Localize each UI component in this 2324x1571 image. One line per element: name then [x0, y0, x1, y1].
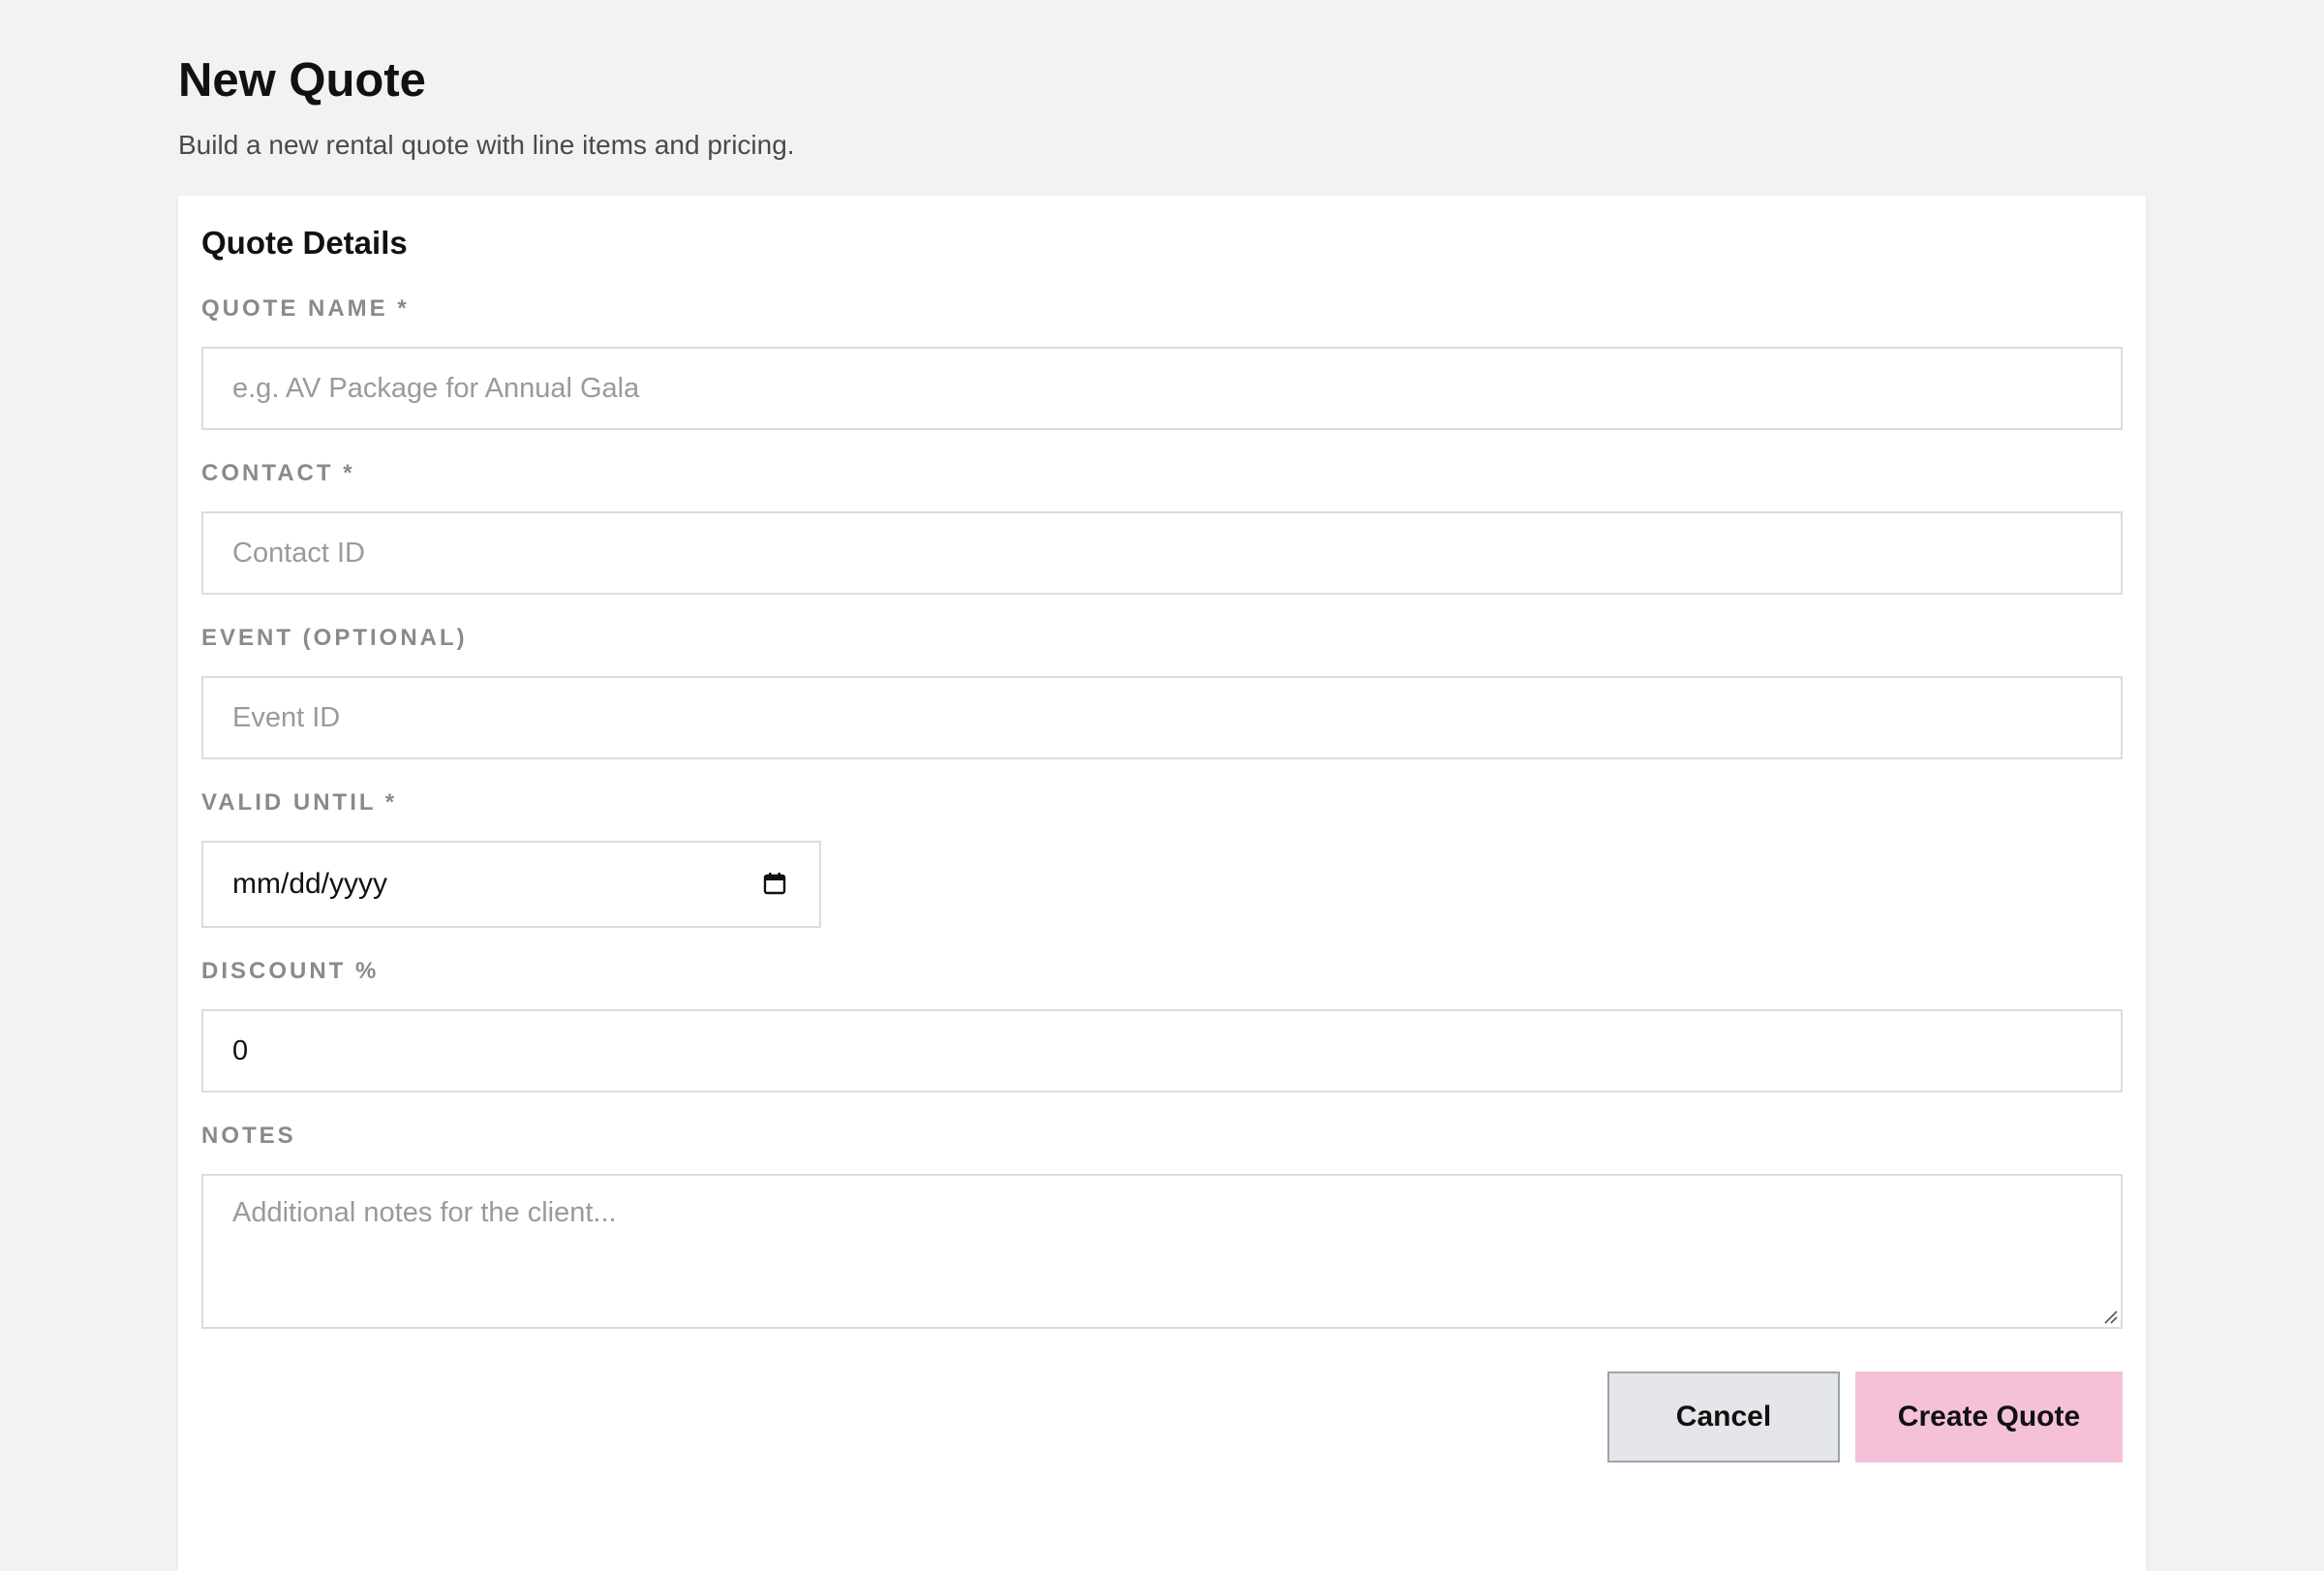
- discount-input[interactable]: [201, 1009, 2123, 1093]
- calendar-icon[interactable]: [763, 872, 786, 895]
- quote-name-label: QUOTE NAME *: [201, 295, 410, 322]
- date-format-text: mm/dd/yyyy: [232, 868, 388, 900]
- contact-input[interactable]: [201, 511, 2123, 595]
- discount-label: DISCOUNT %: [201, 958, 380, 984]
- page-title: New Quote: [178, 54, 426, 107]
- event-input[interactable]: [201, 676, 2123, 759]
- event-label: EVENT (OPTIONAL): [201, 625, 468, 651]
- contact-label: CONTACT *: [201, 460, 355, 486]
- cancel-button[interactable]: Cancel: [1607, 1371, 1840, 1463]
- card-title: Quote Details: [201, 225, 408, 261]
- quote-name-input[interactable]: [201, 347, 2123, 430]
- create-quote-button[interactable]: Create Quote: [1855, 1371, 2123, 1463]
- notes-label: NOTES: [201, 1123, 296, 1149]
- valid-until-label: VALID UNTIL *: [201, 789, 398, 816]
- page-subtitle: Build a new rental quote with line items…: [178, 130, 795, 160]
- resize-grip-icon[interactable]: [2101, 1308, 2119, 1325]
- valid-until-date-input[interactable]: mm/dd/yyyy: [201, 841, 821, 928]
- notes-textarea[interactable]: [201, 1174, 2123, 1329]
